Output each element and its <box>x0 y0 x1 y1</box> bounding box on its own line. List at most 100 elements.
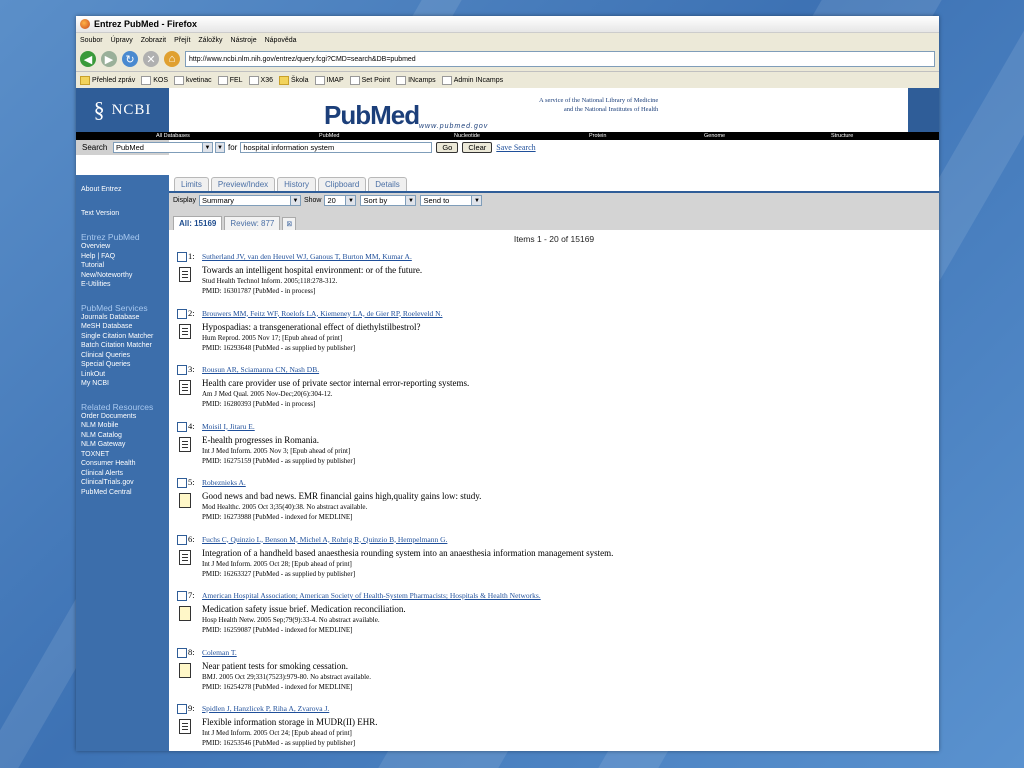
search-input[interactable]: hospital information system <box>240 142 433 153</box>
bookmark-item[interactable]: Admin INcamps <box>441 75 503 85</box>
sort-by-select[interactable]: Sort by ▼ <box>360 195 417 206</box>
bookmark-item[interactable]: INcamps <box>396 75 436 85</box>
result-authors-link[interactable]: Brouwers MM, Feitz WF, Roelofs LA, Kieme… <box>202 309 442 318</box>
sidebar-item-text-version[interactable]: Text Version <box>81 209 169 219</box>
sidebar-item[interactable]: Overview <box>81 242 169 252</box>
db-link-genome[interactable]: Genome <box>704 133 725 139</box>
result-authors-link[interactable]: Moisil I, Jitaru E. <box>202 422 255 431</box>
menu-edit[interactable]: Úpravy <box>111 37 133 44</box>
save-search-link[interactable]: Save Search <box>496 143 535 152</box>
tab-limits[interactable]: Limits <box>174 177 209 191</box>
bookmark-item[interactable]: IMAP <box>314 75 344 85</box>
sidebar-item[interactable]: NLM Gateway <box>81 440 169 450</box>
result-authors-link[interactable]: Rousun AR, Sciamanna CN, Nash DB. <box>202 365 319 374</box>
sidebar-item[interactable]: NLM Catalog <box>81 431 169 441</box>
tab-review-results[interactable]: Review: 877 <box>224 216 281 230</box>
sidebar-item[interactable]: PubMed Central <box>81 488 169 498</box>
ncbi-logo[interactable]: § NCBI <box>76 88 169 132</box>
result-authors-link[interactable]: Robeznieks A. <box>202 478 246 487</box>
abstract-document-icon[interactable] <box>179 436 191 452</box>
sidebar-item[interactable]: Consumer Health <box>81 459 169 469</box>
close-tab-icon[interactable]: ⊠ <box>282 217 297 230</box>
go-button[interactable]: Go <box>436 142 459 153</box>
sidebar-item[interactable]: MeSH Database <box>81 322 169 332</box>
sidebar-item[interactable]: Special Queries <box>81 360 169 370</box>
result-authors-link[interactable]: Sutherland JV, van den Heuvel WJ, Ganous… <box>202 252 412 261</box>
bookmark-item[interactable]: FEL <box>217 75 243 85</box>
result-checkbox[interactable] <box>177 365 187 375</box>
citation-document-icon[interactable] <box>179 606 191 621</box>
sidebar-item[interactable]: Tutorial <box>81 261 169 271</box>
menu-help[interactable]: Nápověda <box>265 37 297 44</box>
sidebar-item[interactable]: New/Noteworthy <box>81 271 169 281</box>
abstract-document-icon[interactable] <box>179 323 191 339</box>
result-checkbox[interactable] <box>177 704 187 714</box>
abstract-document-icon[interactable] <box>179 719 191 734</box>
menu-bookmarks[interactable]: Záložky <box>198 37 222 44</box>
result-authors-link[interactable]: Fuchs C, Quinzio L, Benson M, Michel A, … <box>202 535 447 544</box>
sidebar-item[interactable]: Batch Citation Matcher <box>81 341 169 351</box>
db-link-all[interactable]: All Databases <box>156 133 190 139</box>
tab-all-results[interactable]: All: 15169 <box>173 216 223 230</box>
bookmark-item[interactable]: KOS <box>141 75 168 85</box>
sidebar-item[interactable]: Clinical Alerts <box>81 469 169 479</box>
reload-icon[interactable]: ↻ <box>122 51 138 67</box>
url-bar[interactable]: http://www.ncbi.nlm.nih.gov/entrez/query… <box>185 51 935 67</box>
result-checkbox[interactable] <box>177 647 187 658</box>
sidebar-item[interactable]: E-Utilities <box>81 280 169 290</box>
bookmark-item[interactable]: X36 <box>248 75 273 85</box>
menu-file[interactable]: Soubor <box>80 37 103 44</box>
sidebar-item-about[interactable]: About Entrez <box>81 185 169 195</box>
bookmark-item[interactable]: Set Point <box>349 75 390 85</box>
sidebar-item[interactable]: Clinical Queries <box>81 351 169 361</box>
db-link-structure[interactable]: Structure <box>831 133 853 139</box>
abstract-document-icon[interactable] <box>179 549 191 565</box>
bookmark-item[interactable]: Přehled zpráv <box>80 75 135 85</box>
db-link-pubmed[interactable]: PubMed <box>319 133 340 139</box>
sidebar-item[interactable]: My NCBI <box>81 379 169 389</box>
forward-arrow-icon[interactable]: ▶ <box>101 51 117 67</box>
result-checkbox[interactable] <box>177 478 187 488</box>
sidebar-item[interactable]: Single Citation Matcher <box>81 332 169 342</box>
result-authors-link[interactable]: Spidlen J, Hanzlicek P, Riha A, Zvarova … <box>202 704 329 713</box>
sidebar-item[interactable]: Help | FAQ <box>81 252 169 262</box>
send-to-select[interactable]: Send to ▼ <box>420 195 483 206</box>
result-checkbox[interactable] <box>177 308 187 319</box>
result-checkbox[interactable] <box>177 534 187 545</box>
database-select[interactable]: PubMed ▼ <box>113 142 213 153</box>
home-icon[interactable]: ⌂ <box>164 51 180 67</box>
database-select-arrow[interactable]: ▼ <box>215 142 225 153</box>
stop-icon[interactable]: ✕ <box>143 51 159 67</box>
menu-go[interactable]: Přejít <box>174 37 190 44</box>
tab-clipboard[interactable]: Clipboard <box>318 177 367 191</box>
db-link-nucleotide[interactable]: Nucleotide <box>454 133 480 139</box>
pubmed-logo[interactable]: PubMed <box>324 100 420 131</box>
sidebar-item[interactable]: Order Documents <box>81 412 169 422</box>
sidebar-item[interactable]: LinkOut <box>81 370 169 380</box>
tab-preview-index[interactable]: Preview/Index <box>210 177 276 191</box>
sidebar-item[interactable]: TOXNET <box>81 450 169 460</box>
menu-view[interactable]: Zobrazit <box>141 37 166 44</box>
clear-button[interactable]: Clear <box>462 142 493 153</box>
citation-document-icon[interactable] <box>179 493 191 508</box>
sidebar-item[interactable]: Journals Database <box>81 313 169 323</box>
back-arrow-icon[interactable]: ◀ <box>80 51 96 67</box>
result-checkbox[interactable] <box>177 421 187 432</box>
result-authors-link[interactable]: Coleman T. <box>202 648 237 657</box>
abstract-document-icon[interactable] <box>179 267 191 282</box>
citation-document-icon[interactable] <box>179 662 191 678</box>
db-link-protein[interactable]: Protein <box>589 133 606 139</box>
bookmark-item[interactable]: Škola <box>279 75 309 85</box>
menu-tools[interactable]: Nástroje <box>231 37 257 44</box>
abstract-document-icon[interactable] <box>179 380 191 395</box>
tab-history[interactable]: History <box>277 177 317 191</box>
result-checkbox[interactable] <box>177 591 187 601</box>
sidebar-item[interactable]: ClinicalTrials.gov <box>81 478 169 488</box>
sidebar-item[interactable]: NLM Mobile <box>81 421 169 431</box>
result-authors-link[interactable]: American Hospital Association; American … <box>202 591 541 600</box>
bookmark-item[interactable]: kvetinac <box>174 75 212 85</box>
result-checkbox[interactable] <box>177 252 187 262</box>
show-select[interactable]: 20 ▼ <box>324 195 357 206</box>
tab-details[interactable]: Details <box>368 177 407 191</box>
display-select[interactable]: Summary ▼ <box>198 195 301 206</box>
